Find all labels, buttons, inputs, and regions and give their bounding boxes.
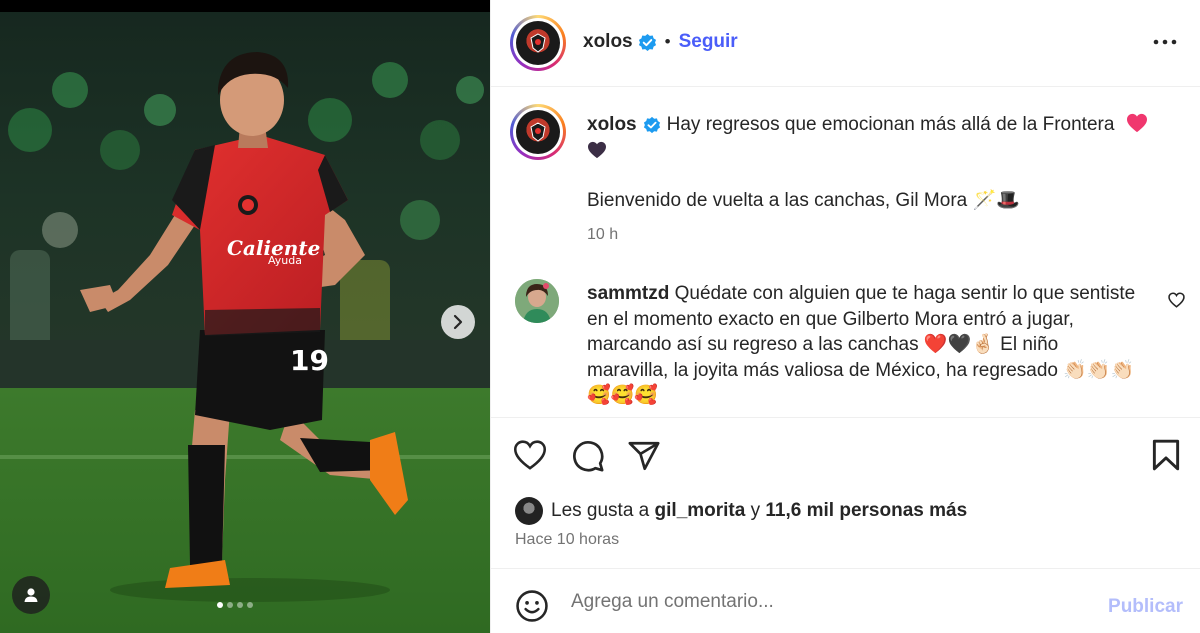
- post-photo: 19 Caliente Ayuda: [0, 0, 490, 633]
- caption-username[interactable]: xolos: [587, 114, 637, 135]
- carousel-indicator: [217, 602, 253, 608]
- instagram-post: 19 Caliente Ayuda xolos • Seguir xolos H…: [0, 0, 1200, 633]
- emoji-button[interactable]: [515, 589, 549, 628]
- person-tag-icon: [24, 588, 38, 602]
- commenter-avatar[interactable]: [515, 279, 559, 323]
- comment-body: sammtzd Quédate con alguien que te haga …: [587, 281, 1142, 409]
- likes-summary: Les gusta a gil_morita y 11,6 mil person…: [515, 497, 967, 525]
- carousel-next-button[interactable]: [441, 305, 475, 339]
- paper-plane-icon: [628, 441, 660, 471]
- tagged-people-button[interactable]: [12, 576, 50, 614]
- verified-badge-icon: [638, 33, 656, 51]
- comment-text: Quédate con alguien que te haga sentir l…: [587, 283, 1136, 406]
- post-media[interactable]: 19 Caliente Ayuda: [0, 0, 490, 633]
- club-crest-icon: [530, 122, 546, 142]
- author-avatar[interactable]: [510, 15, 566, 71]
- post-header: xolos • Seguir: [491, 0, 1200, 87]
- emoji-icon: [516, 590, 548, 622]
- post-timestamp[interactable]: Hace 10 horas: [515, 531, 619, 549]
- more-options-icon: [1153, 39, 1177, 45]
- liker-username[interactable]: gil_morita: [655, 500, 746, 521]
- liker-avatar[interactable]: [515, 497, 543, 525]
- media-top-strip: [0, 0, 490, 12]
- header-separator: •: [664, 32, 671, 51]
- club-crest-icon: [530, 33, 546, 53]
- header-author: xolos • Seguir: [583, 31, 738, 53]
- carousel-dot-active: [217, 602, 223, 608]
- heart-icon: [1168, 292, 1185, 308]
- pink-heart-icon: [1126, 113, 1147, 133]
- like-button[interactable]: [513, 439, 547, 476]
- post-side-panel: xolos • Seguir xolos Hay regresos que em…: [490, 0, 1200, 633]
- black-heart-icon: [588, 141, 606, 159]
- save-button[interactable]: [1151, 439, 1181, 476]
- caption-author-avatar[interactable]: [510, 104, 566, 160]
- comment-button[interactable]: [571, 439, 605, 478]
- caption-timestamp[interactable]: 10 h: [587, 226, 618, 244]
- comments-section: xolos Hay regresos que emocionan más all…: [491, 88, 1200, 418]
- caption-text: xolos Hay regresos que emocionan más all…: [587, 112, 1167, 164]
- carousel-dot: [247, 602, 253, 608]
- bookmark-icon: [1152, 439, 1180, 471]
- caption-line-1: Hay regresos que emocionan más allá de l…: [666, 114, 1115, 135]
- avatar: [515, 279, 559, 323]
- commenter-username[interactable]: sammtzd: [587, 283, 669, 304]
- likes-prefix: Les gusta a: [551, 500, 650, 521]
- comment-icon: [573, 441, 604, 472]
- chevron-right-icon: [453, 314, 463, 330]
- carousel-dot: [227, 602, 233, 608]
- comment-input[interactable]: [571, 587, 1091, 617]
- action-bar: [491, 419, 1200, 495]
- likes-others[interactable]: 11,6 mil personas más: [765, 500, 967, 521]
- follow-button[interactable]: Seguir: [679, 31, 738, 53]
- likes-connector: y: [750, 500, 761, 521]
- add-comment-bar: Publicar: [491, 568, 1200, 633]
- author-username[interactable]: xolos: [583, 31, 633, 53]
- caption-line-2: Bienvenido de vuelta a las canchas, Gil …: [587, 190, 1020, 211]
- verified-badge-icon: [643, 116, 660, 134]
- publish-button[interactable]: Publicar: [1108, 596, 1183, 618]
- share-button[interactable]: [627, 439, 661, 478]
- heart-icon: [513, 440, 547, 470]
- carousel-dot: [237, 602, 243, 608]
- more-options-button[interactable]: [1153, 32, 1177, 50]
- svg-text:Ayuda: Ayuda: [268, 254, 302, 267]
- comment-like-button[interactable]: [1168, 292, 1185, 313]
- svg-text:19: 19: [290, 344, 329, 377]
